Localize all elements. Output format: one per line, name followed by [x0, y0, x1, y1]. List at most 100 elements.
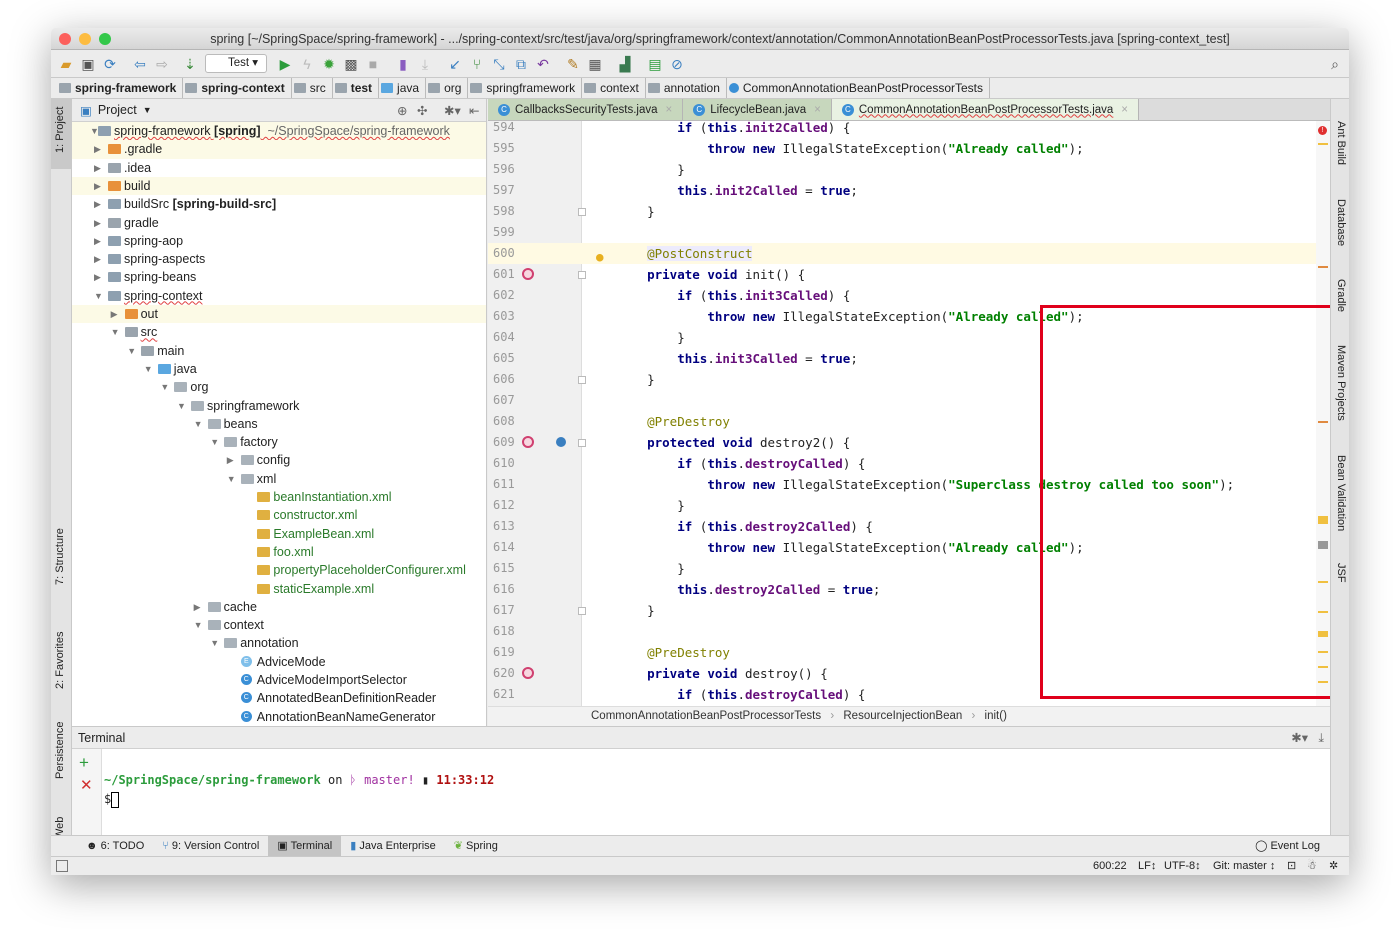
hide-panel-icon[interactable]: ⇤ [469, 103, 479, 118]
tree-item[interactable]: ExampleBean.xml [72, 525, 486, 543]
expand-arrow-open-icon[interactable]: ▼ [227, 470, 236, 488]
expand-arrow-closed-icon[interactable]: ▶ [94, 268, 101, 286]
tree-item[interactable]: ▼ org [72, 378, 486, 396]
locate-icon[interactable]: ⊕ [397, 103, 407, 118]
expand-arrow-open-icon[interactable]: ▼ [127, 342, 136, 360]
expand-arrow-open-icon[interactable]: ▼ [210, 433, 219, 451]
nav-crumb[interactable]: spring-context [183, 78, 292, 98]
tool-window-project[interactable]: 1: Project [54, 107, 66, 153]
line-separator[interactable]: LF↕ [1138, 857, 1156, 875]
terminal-output[interactable]: ~/SpringSpace/spring-framework on ᚦ mast… [102, 749, 1316, 835]
tree-item[interactable]: ▼ factory [72, 433, 486, 451]
run-icon[interactable]: ▶ [277, 56, 293, 72]
save-icon[interactable]: ▣ [80, 56, 96, 72]
stop-icon[interactable]: ■ [365, 56, 381, 72]
tool-tab-version-control[interactable]: ⑂ 9: Version Control [153, 836, 268, 856]
editor-tab[interactable]: C CommonAnnotationBeanPostProcessorTests.… [831, 99, 1140, 120]
nav-crumb[interactable]: CommonAnnotationBeanPostProcessorTests [727, 78, 990, 98]
tree-item[interactable]: ▼ spring-context [72, 287, 486, 305]
expand-arrow-closed-icon[interactable]: ▶ [94, 159, 101, 177]
close-session-icon[interactable]: ✕ [80, 776, 93, 794]
expand-arrow-open-icon[interactable]: ▼ [210, 634, 219, 652]
back-icon[interactable]: ⇦ [132, 56, 148, 72]
code-line[interactable]: 596 } [488, 159, 1316, 180]
fold-marker-icon[interactable] [578, 439, 586, 447]
tree-item[interactable]: ▼ context [72, 616, 486, 634]
lifecycle-method-icon[interactable] [522, 667, 534, 679]
lock-icon[interactable]: ⊡ [1287, 857, 1296, 875]
tree-item[interactable]: ▼ src [72, 323, 486, 341]
sdk-icon[interactable]: ▟ [617, 56, 633, 72]
tree-item[interactable]: ▼ xml [72, 470, 486, 488]
tree-item[interactable]: ▶ buildSrc [spring-build-src] [72, 195, 486, 213]
code-line[interactable]: 594 if (this.init2Called) { [488, 121, 1316, 138]
tree-item[interactable]: ▼ beans [72, 415, 486, 433]
tree-item[interactable]: C AnnotationBeanNameGenerator [72, 708, 486, 726]
fold-marker-icon[interactable] [578, 376, 586, 384]
expand-arrow-closed-icon[interactable]: ▶ [94, 214, 101, 232]
sync-icon[interactable]: ⟳ [102, 56, 118, 72]
close-window-button[interactable] [59, 33, 71, 45]
file-encoding[interactable]: UTF-8↕ [1164, 857, 1201, 875]
editor-breadcrumb-item[interactable]: CommonAnnotationBeanPostProcessorTests [591, 710, 821, 722]
tree-item[interactable]: ▶ spring-aop [72, 232, 486, 250]
collapse-icon[interactable]: ✣ [417, 103, 427, 118]
close-tab-icon[interactable]: × [814, 104, 821, 116]
tool-tab-todo[interactable]: ☻ 6: TODO [77, 836, 153, 856]
tree-item[interactable]: C AnnotatedBeanDefinitionReader [72, 689, 486, 707]
gear-icon[interactable]: ✱▾ [444, 103, 461, 118]
build-icon[interactable]: ⇣ [182, 56, 198, 72]
monitor-icon[interactable]: ▤ [647, 56, 663, 72]
disable-icon[interactable]: ⊘ [669, 56, 685, 72]
history-icon[interactable]: ⧉ [513, 56, 529, 72]
compare-icon[interactable]: ⤡ [491, 56, 507, 72]
tree-item[interactable]: ▼ java [72, 360, 486, 378]
fold-marker-icon[interactable] [578, 208, 586, 216]
lifecycle-method-icon[interactable] [522, 436, 534, 448]
nav-crumb[interactable]: spring-framework [57, 78, 184, 98]
fold-marker-icon[interactable] [578, 607, 586, 615]
nav-crumb[interactable]: annotation [646, 78, 727, 98]
device-icon[interactable]: ▮ [395, 56, 411, 72]
coverage-icon[interactable]: ▩ [343, 56, 359, 72]
code-line[interactable]: 601 private void init() { [488, 264, 1316, 285]
toggle-tool-windows-icon[interactable] [56, 860, 68, 872]
tree-item[interactable]: E AdviceMode [72, 653, 486, 671]
expand-arrow-closed-icon[interactable]: ▶ [94, 140, 101, 158]
editor-breadcrumb-item[interactable]: ResourceInjectionBean [843, 710, 962, 722]
forward-icon[interactable]: ⇨ [154, 56, 170, 72]
nav-crumb[interactable]: test [333, 78, 380, 98]
expand-arrow-closed-icon[interactable]: ▶ [227, 451, 234, 469]
tool-window-jsf[interactable]: JSF [1335, 563, 1347, 583]
tool-window-maven[interactable]: Maven Projects [1335, 345, 1347, 421]
editor-tab[interactable]: C LifecycleBean.java × [683, 99, 832, 120]
expand-arrow-open-icon[interactable]: ▼ [160, 378, 169, 396]
settings-icon[interactable]: ✲ [1329, 857, 1338, 875]
tree-item[interactable]: ▼ main [72, 342, 486, 360]
expand-arrow-open-icon[interactable]: ▼ [144, 360, 153, 378]
expand-arrow-open-icon[interactable]: ▼ [111, 323, 120, 341]
fold-marker-icon[interactable] [578, 271, 586, 279]
close-tab-icon[interactable]: × [1121, 104, 1128, 116]
expand-arrow-open-icon[interactable]: ▼ [194, 616, 203, 634]
download-icon[interactable]: ⤓ [417, 56, 433, 72]
tree-item[interactable]: ▼ annotation [72, 634, 486, 652]
code-line[interactable]: 595 throw new IllegalStateException("Alr… [488, 138, 1316, 159]
nav-crumb[interactable]: org [426, 78, 469, 98]
tool-window-favorites[interactable]: 2: Favorites [54, 632, 66, 689]
tool-window-bean-validation[interactable]: Bean Validation [1335, 455, 1347, 531]
code-line[interactable]: 602 if (this.init3Called) { [488, 285, 1316, 306]
tool-tab-event-log[interactable]: ◯ Event Log [1246, 836, 1329, 856]
tree-item[interactable]: beanInstantiation.xml [72, 488, 486, 506]
tool-window-gradle[interactable]: Gradle [1335, 279, 1347, 312]
hide-panel-icon[interactable]: ⤓ [1318, 727, 1324, 749]
tree-item[interactable]: ▶ config [72, 451, 486, 469]
zoom-window-button[interactable] [99, 33, 111, 45]
lifecycle-method-icon[interactable] [522, 268, 534, 280]
inspector-icon[interactable]: ☃ [1307, 857, 1317, 875]
expand-arrow-open-icon[interactable]: ▼ [94, 287, 103, 305]
tree-item[interactable]: ▼ spring-framework [spring] ~/SpringSpace… [72, 122, 486, 141]
nav-crumb[interactable]: src [292, 78, 333, 98]
tool-window-structure[interactable]: 7: Structure [54, 528, 66, 585]
editor-tab[interactable]: C CallbacksSecurityTests.java × [488, 99, 684, 120]
